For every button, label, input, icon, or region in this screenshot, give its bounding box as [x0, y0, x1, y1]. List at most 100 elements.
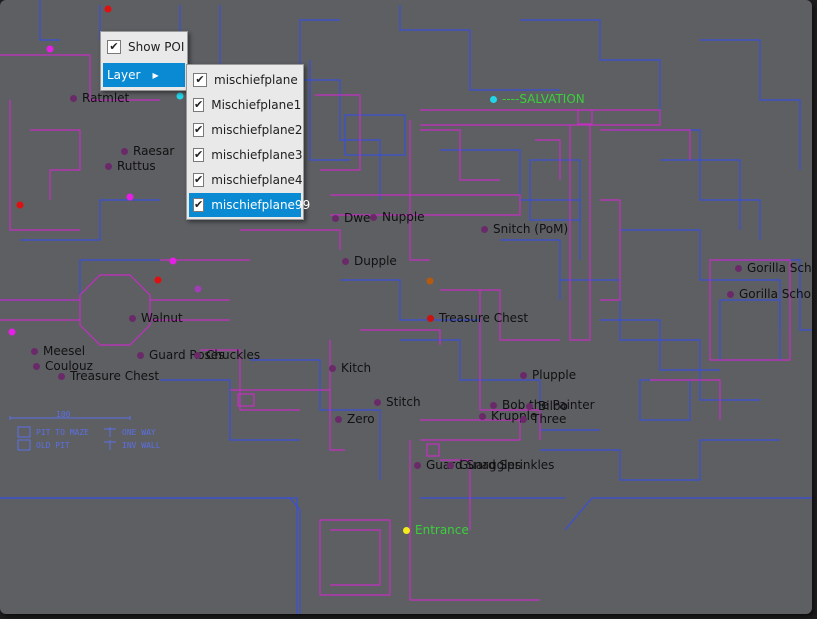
- poi-dot-icon: [121, 147, 128, 155]
- poi-dot-icon: [194, 351, 201, 359]
- poi-dot-icon: [342, 257, 349, 265]
- layer-item[interactable]: ✔ mischiefplane4: [189, 168, 303, 192]
- poi-dot-icon: [129, 314, 136, 322]
- poi-dot-icon: [520, 415, 527, 423]
- poi-marker[interactable]: Treasure Chest: [58, 369, 159, 383]
- show-poi-checkbox[interactable]: ✔: [107, 40, 121, 54]
- legend-one-way: ONE WAY: [122, 428, 156, 437]
- poi-label: Raesar: [133, 144, 175, 158]
- poi-dot-icon: [479, 412, 486, 420]
- poi-dot-icon: [370, 213, 377, 221]
- poi-dot-icon: [481, 225, 488, 233]
- poi-marker[interactable]: Three: [520, 412, 566, 426]
- poi-label: Snitch (PoM): [493, 222, 569, 236]
- legend-pit-to-maze: PIT TO MAZE: [36, 428, 89, 437]
- poi-marker[interactable]: Walnut: [129, 311, 183, 325]
- layer-item[interactable]: ✔ Mischiefplane1: [189, 93, 301, 117]
- poi-marker[interactable]: Snitch (PoM): [481, 222, 568, 236]
- poi-marker[interactable]: Kitch: [329, 361, 371, 375]
- poi-marker[interactable]: ----SALVATION: [490, 92, 585, 106]
- poi-dot-icon: [31, 347, 38, 355]
- poi-label: Dwe: [344, 211, 371, 225]
- layer-checkbox[interactable]: ✔: [193, 73, 207, 87]
- layer-checkbox[interactable]: ✔: [193, 123, 205, 137]
- poi-marker[interactable]: Guard Sprinkles: [447, 458, 554, 472]
- poi-dot-icon: [427, 314, 434, 322]
- poi-label: Bilbo: [538, 399, 568, 413]
- layer-submenu-item[interactable]: Layer ▶: [103, 63, 185, 87]
- poi-marker[interactable]: Ratmlet: [70, 91, 129, 105]
- layer-label: mischiefplane2: [211, 123, 303, 137]
- layer-item[interactable]: ✔ mischiefplane2: [189, 118, 303, 142]
- poi-marker[interactable]: Dupple: [342, 254, 397, 268]
- poi-dot-icon: [447, 461, 454, 469]
- legend-old-pit: OLD PIT: [36, 441, 70, 450]
- layer-submenu: ✔ mischiefplane ✔ Mischiefplane1 ✔ mischiefpl…: [186, 64, 310, 220]
- poi-marker[interactable]: Bilbo: [526, 399, 568, 413]
- poi-label: Guard Sprinkles: [459, 458, 555, 472]
- poi-dot-icon: [526, 402, 533, 410]
- map-walls-magenta: [0, 54, 791, 601]
- poi-dot-icon: [329, 364, 336, 372]
- poi-marker[interactable]: Chuckles: [194, 348, 260, 362]
- poi-label: Treasure Chest: [439, 311, 529, 325]
- poi-label: Walnut: [141, 311, 183, 325]
- show-poi-item[interactable]: ✔ Show POI: [103, 35, 185, 59]
- layer-item[interactable]: ✔ mischiefplane99: [189, 193, 310, 217]
- poi-marker[interactable]: Gorilla Scho: [727, 287, 811, 301]
- poi-marker[interactable]: Gorilla Scho: [735, 261, 812, 275]
- poi-label: Stitch: [386, 395, 421, 409]
- poi-dot-icon: [335, 415, 342, 423]
- poi-dot-icon: [137, 351, 144, 359]
- layer-label: Mischiefplane1: [211, 98, 302, 112]
- layer-checkbox[interactable]: ✔: [193, 173, 205, 187]
- layer-checkbox[interactable]: ✔: [193, 98, 205, 112]
- layer-checkbox[interactable]: ✔: [193, 148, 205, 162]
- poi-label: Nupple: [382, 210, 425, 224]
- layer-label: mischiefplane4: [211, 173, 303, 187]
- poi-marker[interactable]: Plupple: [520, 368, 576, 382]
- layer-item[interactable]: ✔ mischiefplane: [189, 68, 301, 92]
- layer-label: mischiefplane: [214, 73, 298, 87]
- poi-label: Gorilla Scho: [747, 261, 812, 275]
- layer-checkbox[interactable]: ✔: [193, 198, 205, 212]
- poi-dot-icon: [332, 214, 339, 222]
- poi-dot-icon: [58, 372, 65, 380]
- poi-marker[interactable]: Nupple: [370, 210, 425, 224]
- poi-marker[interactable]: Ruttus: [105, 159, 156, 173]
- poi-label: Entrance: [415, 523, 469, 537]
- map-viewport[interactable]: 100 PIT TO MAZE OLD PIT ONE WAY INV WALL…: [0, 0, 812, 614]
- poi-dot-icon: [727, 290, 734, 298]
- poi-label: Ratmlet: [82, 91, 130, 105]
- poi-label: ----SALVATION: [502, 92, 585, 106]
- layer-label: mischiefplane99: [211, 198, 311, 212]
- triangle-right-icon: ▶: [152, 70, 159, 80]
- legend-inv-wall: INV WALL: [122, 441, 161, 450]
- poi-dot-icon: [520, 371, 527, 379]
- legend-scale: 100: [56, 410, 71, 419]
- layer-label: mischiefplane3: [211, 148, 303, 162]
- poi-label: Kitch: [341, 361, 372, 375]
- poi-marker[interactable]: Treasure Chest: [427, 311, 528, 325]
- poi-marker[interactable]: Meesel: [31, 344, 85, 358]
- poi-marker[interactable]: Stitch: [374, 395, 421, 409]
- poi-dot-icon: [490, 95, 497, 103]
- layer-item[interactable]: ✔ mischiefplane3: [189, 143, 303, 167]
- poi-dot-icon: [105, 162, 112, 170]
- poi-dot-icon: [735, 264, 742, 272]
- poi-marker[interactable]: Zero: [335, 412, 375, 426]
- poi-dot-icon: [403, 526, 410, 534]
- poi-marker[interactable]: Raesar: [121, 144, 174, 158]
- poi-label: Chuckles: [206, 348, 261, 362]
- layer-label: Layer: [107, 68, 141, 82]
- poi-dot-icon: [414, 461, 421, 469]
- show-poi-label: Show POI: [128, 40, 185, 54]
- poi-context-menu: ✔ Show POI Layer ▶: [100, 31, 188, 91]
- poi-label: Meesel: [43, 344, 86, 358]
- poi-label: Zero: [347, 412, 375, 426]
- poi-label: Ruttus: [117, 159, 156, 173]
- poi-dot-icon: [70, 94, 77, 102]
- poi-label: Three: [532, 412, 567, 426]
- poi-marker[interactable]: Entrance: [403, 523, 469, 537]
- poi-marker[interactable]: Dwe: [332, 211, 370, 225]
